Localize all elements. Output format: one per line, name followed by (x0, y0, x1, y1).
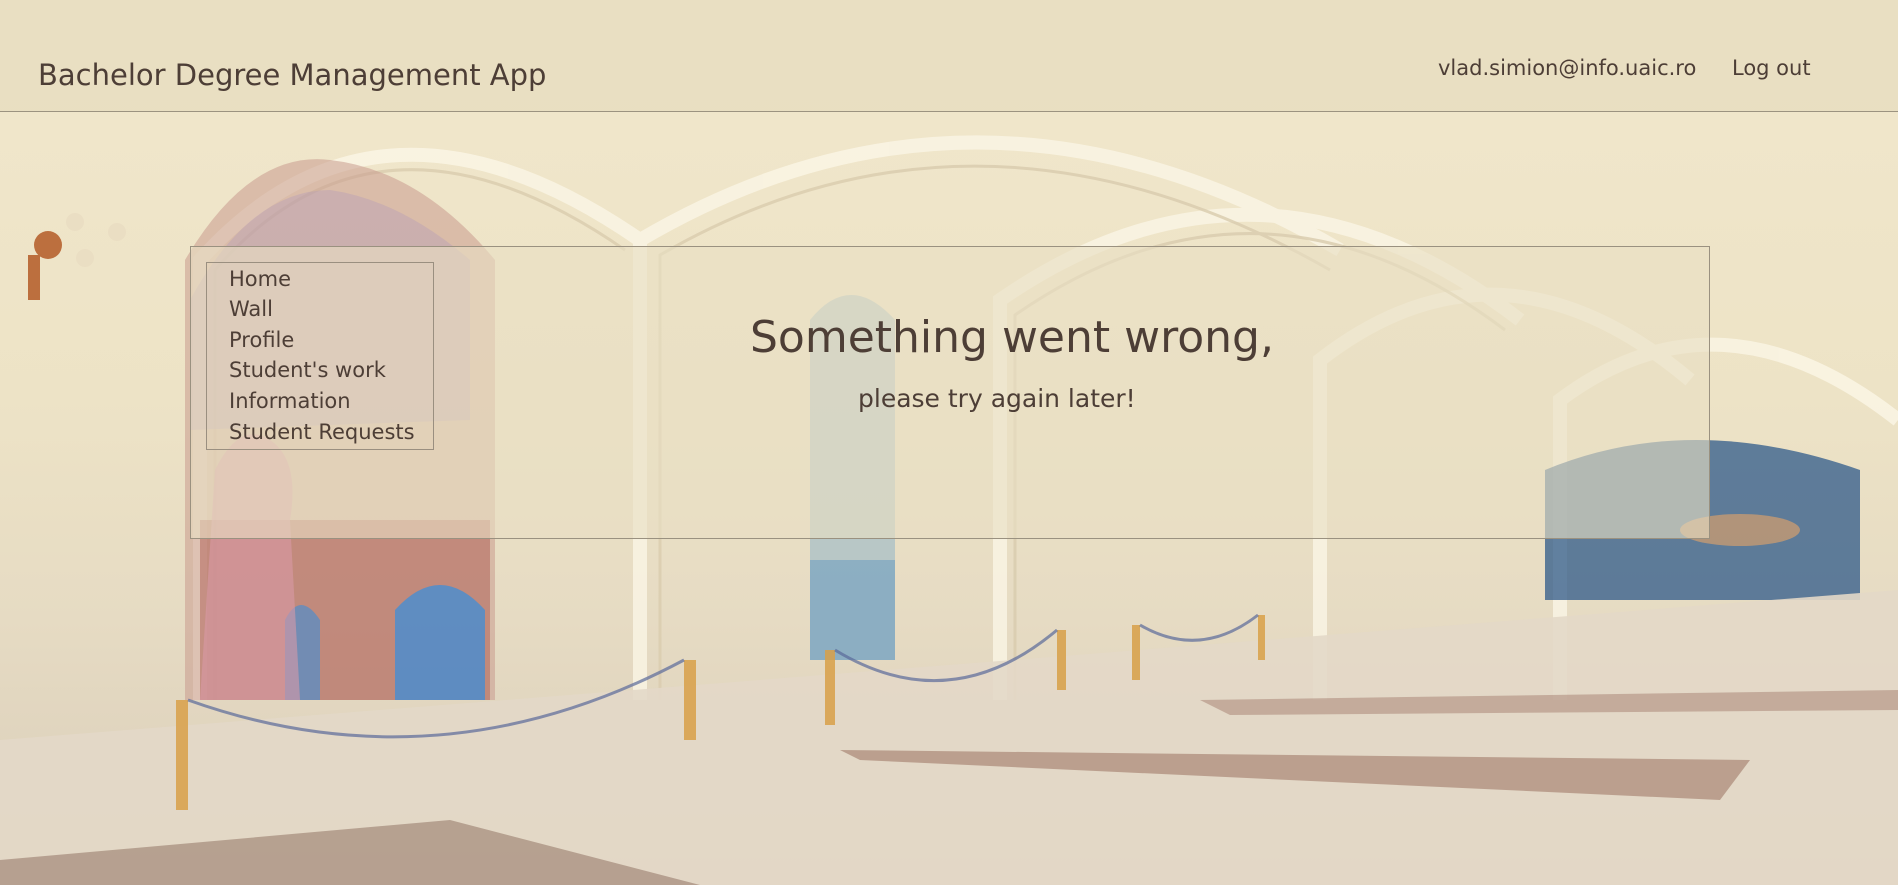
nav-item-information[interactable]: Information (229, 389, 351, 413)
app-title[interactable]: Bachelor Degree Management App (38, 58, 546, 92)
top-header: Bachelor Degree Management App vlad.simi… (0, 0, 1898, 112)
error-title: Something went wrong, (750, 312, 1274, 363)
nav-item-home[interactable]: Home (229, 267, 291, 291)
nav-item-profile[interactable]: Profile (229, 328, 294, 352)
error-subtitle: please try again later! (858, 384, 1136, 413)
logout-link[interactable]: Log out (1732, 56, 1811, 80)
nav-item-students-work[interactable]: Student's work (229, 358, 386, 382)
user-email: vlad.simion@info.uaic.ro (1438, 56, 1697, 80)
nav-item-student-requests[interactable]: Student Requests (229, 420, 415, 444)
nav-item-wall[interactable]: Wall (229, 297, 273, 321)
